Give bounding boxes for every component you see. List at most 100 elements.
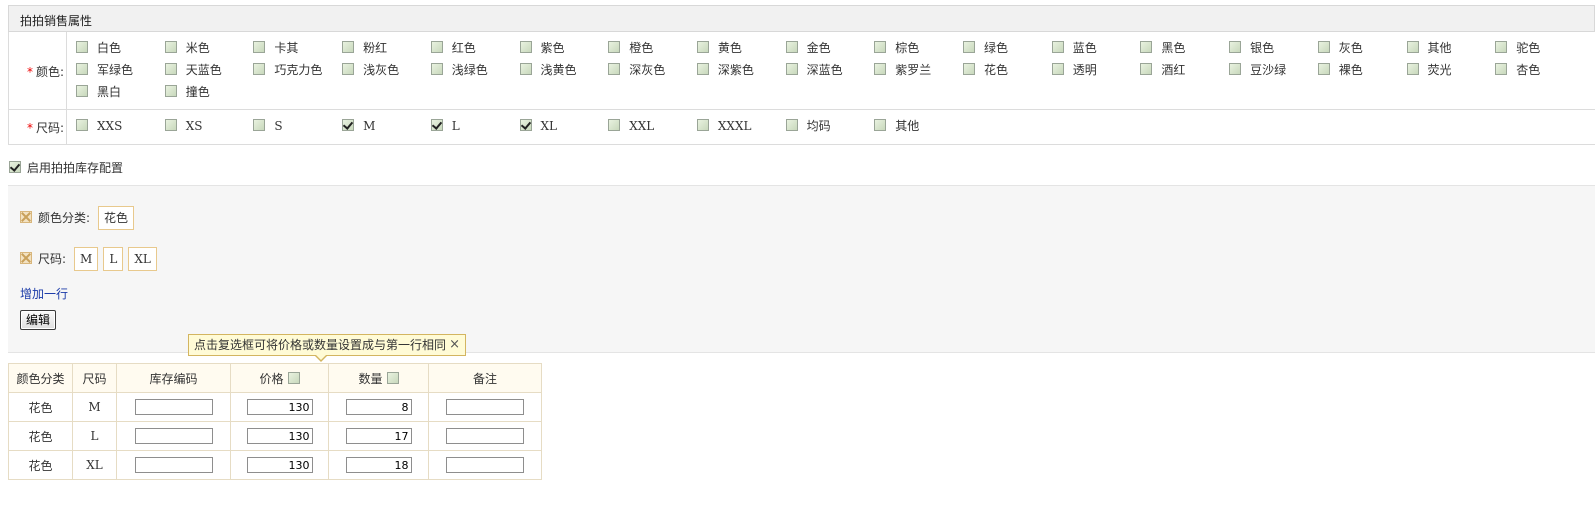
add-row-link[interactable]: 增加一行 [20, 285, 68, 302]
color-option[interactable]: 紫色 [519, 40, 565, 56]
size-option[interactable]: L [430, 118, 460, 134]
option-checkbox[interactable] [519, 119, 532, 131]
option-checkbox[interactable] [1051, 63, 1064, 75]
size-option[interactable]: M [342, 118, 375, 134]
option-checkbox[interactable] [1229, 63, 1242, 75]
option-checkbox[interactable] [874, 119, 887, 131]
option-checkbox[interactable] [164, 41, 177, 53]
color-option[interactable]: 米色 [164, 40, 210, 56]
option-checkbox[interactable] [785, 41, 798, 53]
option-checkbox[interactable] [608, 119, 621, 131]
option-checkbox[interactable] [1140, 63, 1153, 75]
option-checkbox[interactable] [164, 119, 177, 131]
color-option[interactable]: 卡其 [253, 40, 298, 56]
size-option[interactable]: XXS [76, 118, 122, 134]
size-option[interactable]: S [253, 118, 283, 134]
sku-input[interactable] [134, 428, 213, 444]
size-option[interactable]: XS [164, 118, 202, 134]
color-option[interactable]: 花色 [963, 62, 1008, 78]
value-tag[interactable]: M [74, 247, 99, 271]
option-checkbox[interactable] [519, 63, 532, 75]
price-input[interactable] [246, 457, 313, 473]
enable-stock-config[interactable]: 启用拍拍库存配置 [9, 160, 123, 176]
sku-input[interactable] [134, 457, 213, 473]
color-option[interactable]: 深蓝色 [785, 62, 843, 78]
option-checkbox[interactable] [430, 119, 443, 131]
option-checkbox[interactable] [1495, 41, 1508, 53]
color-option[interactable]: 深灰色 [608, 62, 665, 78]
color-option[interactable]: 粉红 [342, 40, 387, 56]
option-checkbox[interactable] [1051, 41, 1064, 53]
option-checkbox[interactable] [1406, 41, 1419, 53]
qty-input[interactable] [345, 457, 412, 473]
option-checkbox[interactable] [1495, 63, 1508, 75]
color-option[interactable]: 棕色 [874, 40, 919, 56]
qty-input[interactable] [345, 399, 412, 415]
remove-size-icon[interactable] [20, 251, 32, 264]
color-option[interactable]: 蓝色 [1051, 40, 1097, 56]
option-checkbox[interactable] [253, 41, 266, 53]
note-input[interactable] [446, 428, 524, 444]
color-option[interactable]: 紫罗兰 [874, 62, 931, 78]
color-option[interactable]: 荧光 [1406, 62, 1452, 78]
option-checkbox[interactable] [608, 63, 621, 75]
option-checkbox[interactable] [696, 119, 709, 131]
remove-color-category-icon[interactable] [20, 210, 32, 223]
option-checkbox[interactable] [874, 41, 887, 53]
option-checkbox[interactable] [696, 41, 709, 53]
qty-same-checkbox[interactable] [386, 371, 399, 384]
option-checkbox[interactable] [342, 119, 355, 131]
option-checkbox[interactable] [696, 63, 709, 75]
option-checkbox[interactable] [342, 63, 355, 75]
size-option[interactable]: XXL [608, 118, 654, 134]
color-option[interactable]: 绿色 [963, 40, 1008, 56]
edit-button[interactable]: 编辑 [20, 310, 56, 330]
option-checkbox[interactable] [76, 63, 88, 75]
option-checkbox[interactable] [608, 41, 621, 53]
color-option[interactable]: 豆沙绿 [1229, 62, 1286, 78]
option-checkbox[interactable] [76, 119, 88, 131]
option-checkbox[interactable] [76, 41, 88, 53]
option-checkbox[interactable] [1140, 41, 1153, 53]
color-option[interactable]: 金色 [785, 40, 831, 56]
color-option[interactable]: 黄色 [696, 40, 742, 56]
option-checkbox[interactable] [342, 41, 355, 53]
note-input[interactable] [446, 399, 524, 415]
option-checkbox[interactable] [1406, 63, 1419, 75]
enable-stock-config-checkbox[interactable] [9, 161, 21, 173]
color-option[interactable]: 红色 [430, 40, 476, 56]
option-checkbox[interactable] [430, 41, 443, 53]
size-option[interactable]: XXXL [696, 118, 752, 134]
color-option[interactable]: 巧克力色 [253, 62, 322, 78]
option-checkbox[interactable] [164, 63, 177, 75]
option-checkbox[interactable] [253, 63, 266, 75]
qty-input[interactable] [345, 428, 412, 444]
color-option[interactable]: 天蓝色 [164, 62, 222, 78]
price-input[interactable] [246, 428, 313, 444]
sku-input[interactable] [134, 399, 213, 415]
color-option[interactable]: 黑白 [76, 84, 121, 100]
color-option[interactable]: 其他 [1406, 40, 1452, 56]
option-checkbox[interactable] [1317, 41, 1330, 53]
color-option[interactable]: 灰色 [1317, 40, 1363, 56]
value-tag[interactable]: XL [128, 247, 157, 271]
color-option[interactable]: 白色 [76, 40, 121, 56]
color-option[interactable]: 浅绿色 [430, 62, 488, 78]
option-checkbox[interactable] [963, 63, 975, 75]
color-option[interactable]: 浅灰色 [342, 62, 399, 78]
note-input[interactable] [446, 457, 524, 473]
color-option[interactable]: 橙色 [608, 40, 653, 56]
color-option[interactable]: 酒红 [1140, 62, 1185, 78]
size-option[interactable]: 其他 [874, 118, 919, 134]
color-option[interactable]: 撞色 [164, 84, 210, 100]
option-checkbox[interactable] [874, 63, 887, 75]
option-checkbox[interactable] [1229, 41, 1242, 53]
option-checkbox[interactable] [164, 85, 177, 97]
value-tag[interactable]: 花色 [98, 206, 135, 230]
option-checkbox[interactable] [76, 85, 88, 97]
size-option[interactable]: 均码 [785, 118, 831, 134]
option-checkbox[interactable] [253, 119, 266, 131]
close-icon[interactable]: × [449, 335, 460, 355]
option-checkbox[interactable] [430, 63, 443, 75]
option-checkbox[interactable] [519, 41, 532, 53]
